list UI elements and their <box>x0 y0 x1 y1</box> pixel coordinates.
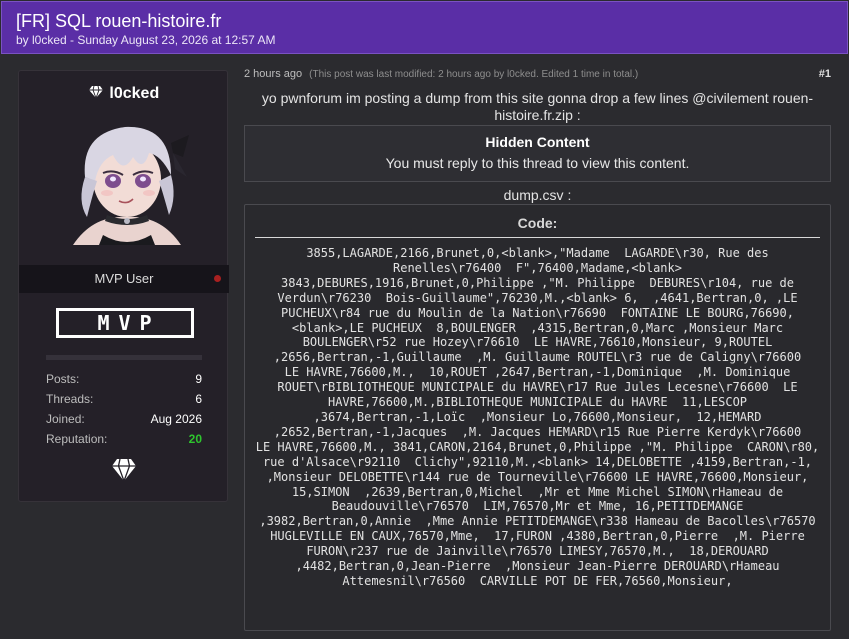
code-block[interactable]: Code: 3855,LAGARDE,2166,Brunet,0,<blank>… <box>244 204 831 631</box>
code-divider <box>255 237 820 238</box>
thread-header: [FR] SQL rouen-histoire.fr by l0cked - S… <box>1 1 848 54</box>
post-number-link[interactable]: #1 <box>819 68 831 80</box>
post-time: 2 hours ago <box>244 68 303 80</box>
rank-bar: MVP User <box>19 265 229 293</box>
sidebar-divider <box>46 355 202 360</box>
hidden-content-title: Hidden Content <box>485 134 590 150</box>
stat-label: Joined: <box>46 412 85 426</box>
hidden-content-text: You must reply to this thread to view th… <box>385 155 690 171</box>
mvp-badge: MVP <box>56 308 194 338</box>
hidden-content-box: Hidden Content You must reply to this th… <box>244 125 831 182</box>
diamond-icon <box>88 85 107 101</box>
author-username-row: l0cked <box>19 85 229 103</box>
code-header: Code: <box>517 215 558 231</box>
stat-value: Aug 2026 <box>150 412 202 426</box>
stat-label: Reputation: <box>46 432 108 446</box>
stat-label: Threads: <box>46 392 94 406</box>
post-area: l0cked MVP User MVP Posts: 9 Threads: 6 … <box>0 56 849 639</box>
thread-title: [FR] SQL rouen-histoire.fr <box>16 11 222 31</box>
thread-byline: by l0cked - Sunday August 23, 2026 at 12… <box>16 33 276 47</box>
post-message: yo pwnforum im posting a dump from this … <box>261 90 814 123</box>
stat-joined: Joined: Aug 2026 <box>46 409 202 429</box>
author-stats: Posts: 9 Threads: 6 Joined: Aug 2026 Rep… <box>46 369 202 449</box>
offline-status-dot <box>214 275 221 282</box>
stat-reputation: Reputation: 20 <box>46 429 202 449</box>
author-username[interactable]: l0cked <box>109 85 159 102</box>
avatar[interactable] <box>63 117 191 245</box>
user-rank: MVP User <box>94 271 154 286</box>
author-sidebar: l0cked MVP User MVP Posts: 9 Threads: 6 … <box>18 70 229 502</box>
edit-note: (This post was last modified: 2 hours ag… <box>309 69 639 80</box>
code-content[interactable]: 3855,LAGARDE,2166,Brunet,0,<blank>,"Mada… <box>245 246 830 589</box>
dump-label: dump.csv : <box>503 187 572 203</box>
post-meta: 2 hours ago (This post was last modified… <box>244 68 831 80</box>
post-body: 2 hours ago (This post was last modified… <box>244 56 831 639</box>
diamond-icon <box>112 458 136 482</box>
reputation-value[interactable]: 20 <box>189 429 202 449</box>
stat-posts: Posts: 9 <box>46 369 202 389</box>
stat-value: 9 <box>195 372 202 386</box>
stat-value: 6 <box>195 392 202 406</box>
stat-threads: Threads: 6 <box>46 389 202 409</box>
stat-label: Posts: <box>46 372 80 386</box>
